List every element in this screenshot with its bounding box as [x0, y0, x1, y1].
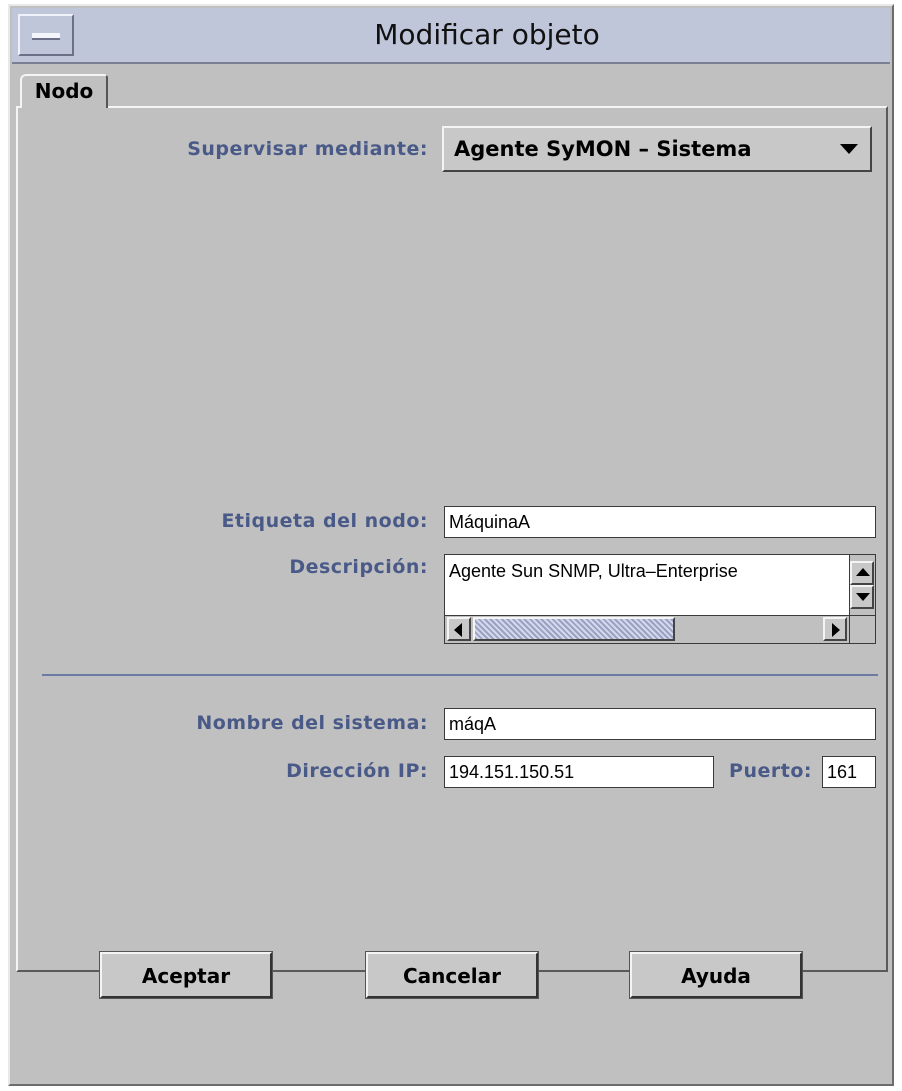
- scroll-down-button[interactable]: [850, 585, 874, 609]
- ip-address-label: Dirección IP:: [286, 760, 428, 782]
- ip-address-input[interactable]: 194.151.150.51: [444, 756, 714, 788]
- window-title: Modificar objeto: [374, 18, 600, 51]
- window-menu-icon: [32, 33, 60, 40]
- arrow-down-icon: [856, 593, 870, 601]
- node-label-label: Etiqueta del nodo:: [221, 510, 428, 532]
- chevron-down-icon: [840, 144, 858, 154]
- help-button[interactable]: Ayuda: [629, 951, 803, 999]
- monitor-select-value: Agente SyMON – Sistema: [454, 137, 752, 161]
- content-area: Supervisar mediante: Agente SyMON – Sist…: [12, 64, 890, 1084]
- tab-nodo[interactable]: Nodo: [20, 74, 108, 108]
- description-text: Agente Sun SNMP, Ultra–Enterprise: [449, 561, 738, 581]
- scroll-left-button[interactable]: [447, 617, 471, 641]
- port-label: Puerto:: [729, 760, 812, 782]
- description-label: Descripción:: [289, 556, 428, 578]
- window-menu-button[interactable]: [18, 14, 74, 56]
- monitor-select[interactable]: Agente SyMON – Sistema: [442, 126, 872, 172]
- dialog-window: Modificar objeto Supervisar mediante: Ag…: [8, 4, 894, 1086]
- node-label-input[interactable]: MáquinaA: [444, 506, 876, 538]
- arrow-up-icon: [856, 568, 870, 576]
- horizontal-scroll-thumb[interactable]: [473, 617, 675, 641]
- tab-panel-nodo: Supervisar mediante: Agente SyMON – Sist…: [16, 106, 888, 972]
- scroll-up-button[interactable]: [850, 561, 874, 585]
- system-name-input[interactable]: máqA: [444, 708, 876, 740]
- section-divider: [42, 674, 878, 676]
- description-textarea[interactable]: Agente Sun SNMP, Ultra–Enterprise: [444, 554, 876, 644]
- description-horizontal-scrollbar[interactable]: [445, 615, 849, 643]
- arrow-right-icon: [832, 623, 840, 637]
- port-input[interactable]: 161: [822, 756, 876, 788]
- cancel-button[interactable]: Cancelar: [365, 951, 539, 999]
- description-vertical-scrollbar[interactable]: [849, 555, 875, 615]
- scroll-right-button[interactable]: [823, 617, 847, 641]
- arrow-left-icon: [454, 623, 462, 637]
- monitor-label: Supervisar mediante:: [187, 138, 428, 160]
- title-bar[interactable]: Modificar objeto: [12, 8, 890, 64]
- system-name-label: Nombre del sistema:: [196, 712, 428, 734]
- scrollbar-corner: [849, 615, 875, 643]
- accept-button[interactable]: Aceptar: [99, 951, 273, 999]
